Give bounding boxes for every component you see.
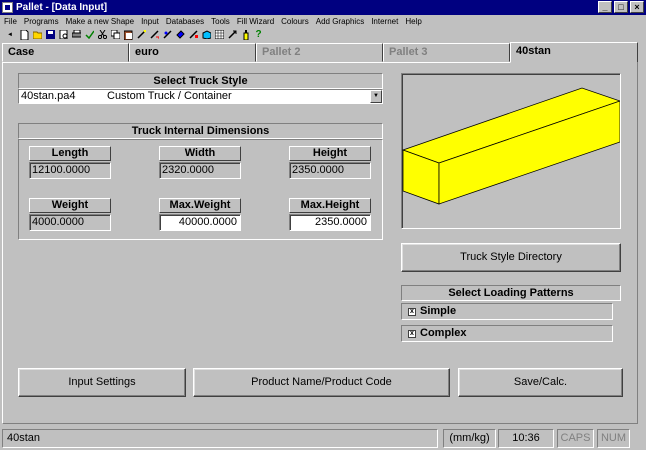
tab-euro[interactable]: euro bbox=[129, 43, 256, 62]
grid-icon[interactable] bbox=[215, 30, 224, 40]
pointer-icon[interactable] bbox=[150, 30, 159, 40]
height-value: 2350.0000 bbox=[289, 162, 371, 179]
toolbar: ◄ ? bbox=[0, 28, 646, 41]
status-caps: CAPS bbox=[557, 429, 594, 448]
maximize-button[interactable]: □ bbox=[614, 1, 628, 13]
paste-icon[interactable] bbox=[124, 30, 133, 40]
cut-icon[interactable] bbox=[98, 30, 107, 40]
truck-style-header: Select Truck Style bbox=[18, 73, 383, 89]
document-tabs: Case euro Pallet 2 Pallet 3 40stan bbox=[0, 42, 646, 63]
window-controls: _ □ × bbox=[596, 1, 644, 13]
menu-internet[interactable]: Internet bbox=[371, 17, 398, 26]
wand-icon[interactable] bbox=[137, 30, 146, 40]
truck-style-name: Custom Truck / Container bbox=[107, 90, 232, 102]
menu-programs[interactable]: Programs bbox=[24, 17, 59, 26]
length-value: 12100.0000 bbox=[29, 162, 111, 179]
complex-checkbox-row[interactable]: x Complex bbox=[401, 325, 613, 342]
truck-style-select[interactable]: 40stan.pa4 Custom Truck / Container ▼ bbox=[18, 89, 383, 104]
copy-icon[interactable] bbox=[111, 30, 120, 40]
tab-case[interactable]: Case bbox=[2, 43, 129, 62]
menu-file[interactable]: File bbox=[4, 17, 17, 26]
truck-preview bbox=[401, 73, 622, 229]
box-3d-icon[interactable] bbox=[202, 30, 211, 40]
menu-databases[interactable]: Databases bbox=[166, 17, 204, 26]
menu-help[interactable]: Help bbox=[405, 17, 421, 26]
status-bar: 40stan (mm/kg) 10:36 CAPS NUM bbox=[0, 426, 646, 450]
tool-icon[interactable] bbox=[163, 30, 172, 40]
app-icon[interactable] bbox=[2, 2, 13, 13]
color-icon[interactable] bbox=[189, 30, 198, 40]
truck-style-directory-button[interactable]: Truck Style Directory bbox=[401, 243, 621, 272]
status-time: 10:36 bbox=[498, 429, 554, 448]
max-weight-input[interactable]: 40000.0000 bbox=[159, 214, 241, 231]
menu-colours[interactable]: Colours bbox=[281, 17, 309, 26]
menu-fill-wizard[interactable]: Fill Wizard bbox=[237, 17, 274, 26]
status-file: 40stan bbox=[2, 429, 438, 448]
save-icon[interactable] bbox=[46, 30, 55, 40]
bottle-icon[interactable] bbox=[241, 29, 250, 40]
tab-pallet-2[interactable]: Pallet 2 bbox=[256, 43, 383, 62]
back-icon[interactable]: ◄ bbox=[4, 30, 16, 40]
dimensions-header: Truck Internal Dimensions bbox=[18, 123, 383, 139]
product-name-button[interactable]: Product Name/Product Code bbox=[193, 368, 450, 397]
menu-make-new-shape[interactable]: Make a new Shape bbox=[66, 17, 135, 26]
paint-icon[interactable] bbox=[176, 30, 185, 40]
menu-tools[interactable]: Tools bbox=[211, 17, 230, 26]
truck-style-file: 40stan.pa4 bbox=[21, 90, 76, 102]
status-units: (mm/kg) bbox=[443, 429, 496, 448]
minimize-button[interactable]: _ bbox=[598, 1, 612, 13]
weight-label: Weight bbox=[29, 198, 111, 213]
complex-label: Complex bbox=[420, 327, 467, 339]
loading-patterns-header: Select Loading Patterns bbox=[401, 285, 621, 301]
status-num: NUM bbox=[597, 429, 630, 448]
simple-label: Simple bbox=[420, 305, 457, 317]
print-preview-icon[interactable] bbox=[59, 30, 68, 40]
save-calc-button[interactable]: Save/Calc. bbox=[458, 368, 623, 397]
menu-bar: File Programs Make a new Shape Input Dat… bbox=[0, 15, 646, 28]
simple-checkbox-row[interactable]: x Simple bbox=[401, 303, 613, 320]
new-file-icon[interactable] bbox=[20, 29, 29, 40]
help-icon[interactable]: ? bbox=[254, 29, 263, 40]
height-label: Height bbox=[289, 146, 371, 161]
window-title: Pallet - [Data Input] bbox=[16, 2, 108, 13]
input-settings-button[interactable]: Input Settings bbox=[18, 368, 186, 397]
close-button[interactable]: × bbox=[630, 1, 644, 13]
length-label: Length bbox=[29, 146, 111, 161]
max-height-label: Max.Height bbox=[289, 198, 371, 213]
spell-check-icon[interactable] bbox=[85, 30, 94, 40]
width-value: 2320.0000 bbox=[159, 162, 241, 179]
weight-value: 4000.0000 bbox=[29, 214, 111, 231]
complex-checkbox[interactable]: x bbox=[408, 329, 416, 338]
title-bar: Pallet - [Data Input] _ □ × bbox=[0, 0, 646, 15]
print-icon[interactable] bbox=[72, 30, 81, 40]
menu-add-graphics[interactable]: Add Graphics bbox=[316, 17, 364, 26]
menu-input[interactable]: Input bbox=[141, 17, 159, 26]
max-weight-label: Max.Weight bbox=[159, 198, 241, 213]
container-3d-image bbox=[401, 87, 622, 205]
open-folder-icon[interactable] bbox=[33, 30, 42, 40]
simple-checkbox[interactable]: x bbox=[408, 307, 416, 316]
chevron-down-icon[interactable]: ▼ bbox=[370, 90, 382, 103]
arrow-icon[interactable] bbox=[228, 30, 237, 40]
tab-40stan[interactable]: 40stan bbox=[510, 42, 638, 63]
max-height-input[interactable]: 2350.0000 bbox=[289, 214, 371, 231]
width-label: Width bbox=[159, 146, 241, 161]
tab-pallet-3[interactable]: Pallet 3 bbox=[383, 43, 510, 62]
